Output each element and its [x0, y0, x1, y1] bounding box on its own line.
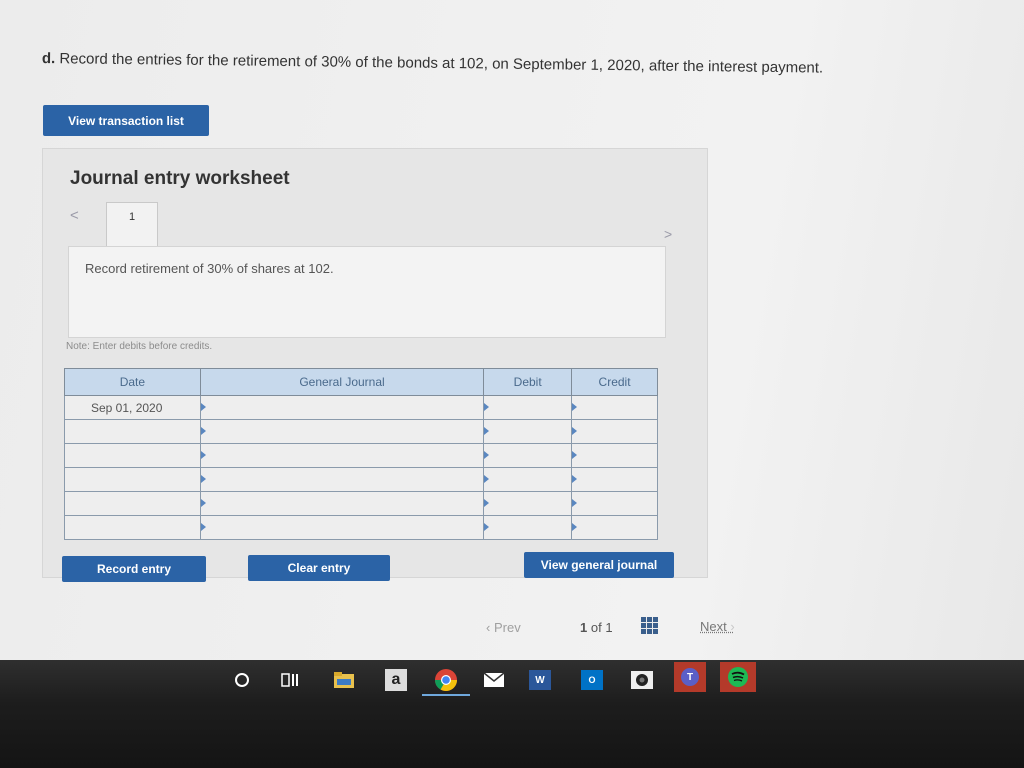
spotify-icon[interactable]	[720, 662, 756, 692]
date-header: Date	[64, 368, 201, 396]
credit-input[interactable]	[571, 395, 658, 420]
table-row	[64, 467, 658, 492]
debit-input[interactable]	[483, 395, 573, 420]
entry-description: Record retirement of 30% of shares at 10…	[85, 261, 334, 276]
credit-input[interactable]	[571, 443, 658, 468]
debit-input[interactable]	[483, 443, 573, 468]
page-indicator: 1 of 1	[580, 620, 613, 635]
chevron-right-icon: ›	[730, 619, 735, 634]
account-dropdown[interactable]	[199, 443, 485, 468]
previous-entry-arrow-icon[interactable]: <	[70, 207, 79, 224]
prev-label: Prev	[493, 620, 521, 635]
worksheet-title: Journal entry worksheet	[70, 168, 290, 189]
teams-icon[interactable]: T	[674, 662, 706, 692]
credit-header: Credit	[571, 368, 658, 396]
tab-entry-1[interactable]: 1	[106, 202, 158, 246]
page-of: of	[590, 620, 602, 635]
total-pages: 1	[605, 620, 613, 635]
credit-input[interactable]	[571, 491, 658, 516]
outlook-icon[interactable]: O	[578, 666, 606, 694]
next-entry-arrow-icon[interactable]: >	[664, 226, 672, 242]
date-cell[interactable]	[64, 467, 201, 492]
file-explorer-icon[interactable]	[330, 666, 358, 694]
debits-note: Note: Enter debits before credits.	[66, 341, 213, 352]
account-dropdown[interactable]	[199, 467, 485, 492]
date-cell[interactable]	[64, 419, 201, 444]
view-transaction-list-button[interactable]: View transaction list	[43, 105, 209, 136]
table-header-row: Date General Journal Debit Credit	[64, 368, 658, 396]
date-cell[interactable]	[64, 443, 201, 468]
debit-input[interactable]	[483, 491, 573, 516]
record-entry-button[interactable]: Record entry	[62, 556, 206, 582]
date-cell[interactable]	[64, 491, 201, 516]
debit-input[interactable]	[483, 515, 573, 540]
clear-entry-button[interactable]: Clear entry	[248, 555, 390, 581]
grid-view-icon[interactable]	[641, 617, 658, 634]
next-label: Next	[700, 619, 727, 634]
task-view-icon[interactable]	[276, 666, 304, 694]
windows-taskbar: a W O T	[0, 660, 1024, 768]
credit-input[interactable]	[571, 419, 658, 444]
account-dropdown[interactable]	[199, 515, 485, 540]
chevron-left-icon: ‹	[486, 620, 491, 635]
word-icon[interactable]: W	[526, 666, 554, 694]
journal-table: Date General Journal Debit Credit Sep 01…	[64, 368, 658, 540]
table-row: Sep 01, 2020	[64, 395, 658, 420]
table-row	[64, 419, 658, 444]
outlook-letter: O	[581, 670, 603, 690]
account-dropdown[interactable]	[199, 395, 485, 420]
tab-label: 1	[128, 211, 136, 223]
mail-icon[interactable]	[480, 666, 508, 694]
table-row	[64, 443, 658, 468]
credit-input[interactable]	[571, 467, 658, 492]
debit-input[interactable]	[483, 419, 573, 444]
teams-letter: T	[681, 668, 699, 686]
table-row	[64, 491, 658, 516]
account-dropdown[interactable]	[199, 491, 485, 516]
view-general-journal-button[interactable]: View general journal	[524, 552, 674, 578]
active-app-indicator	[422, 694, 470, 696]
date-cell[interactable]	[64, 515, 201, 540]
question-letter: d.	[41, 50, 56, 68]
prev-page-link[interactable]: ‹ Prev	[486, 620, 521, 635]
table-row	[64, 515, 658, 540]
entry-description-box: Record retirement of 30% of shares at 10…	[68, 246, 666, 338]
camera-icon[interactable]	[628, 666, 656, 694]
debit-header: Debit	[483, 368, 573, 396]
cortana-icon[interactable]	[228, 666, 256, 694]
account-dropdown[interactable]	[199, 419, 485, 444]
chrome-icon[interactable]	[432, 666, 460, 694]
next-page-link[interactable]: Next ›	[700, 619, 735, 634]
current-page: 1	[580, 620, 588, 635]
amazon-letter: a	[385, 669, 407, 691]
general-journal-header: General Journal	[199, 368, 485, 396]
debit-input[interactable]	[483, 467, 573, 492]
credit-input[interactable]	[571, 515, 658, 540]
word-letter: W	[529, 670, 551, 690]
amazon-icon[interactable]: a	[382, 666, 410, 694]
date-cell[interactable]: Sep 01, 2020	[64, 395, 201, 420]
